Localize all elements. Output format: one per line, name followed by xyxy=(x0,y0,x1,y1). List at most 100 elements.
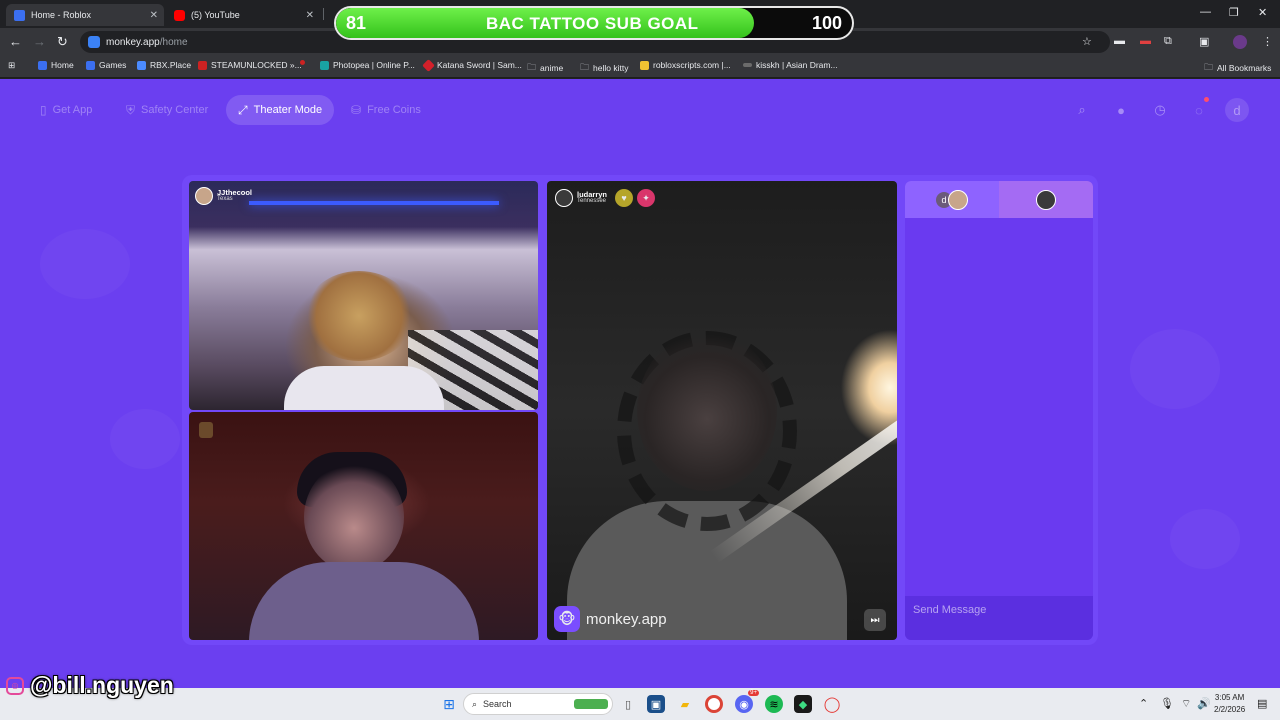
chat-panel: d Send Message xyxy=(905,181,1093,640)
forward-icon[interactable]: → xyxy=(33,34,46,49)
menu-kebab-icon[interactable]: ⋮ xyxy=(1262,35,1273,48)
windows-start-icon[interactable]: ⊞ xyxy=(440,695,458,713)
file-explorer-icon[interactable]: ▰ xyxy=(676,695,694,713)
reload-icon[interactable]: ↻ xyxy=(57,34,68,50)
bookmark-home[interactable]: Home xyxy=(38,60,74,70)
site-info-icon[interactable] xyxy=(88,36,100,48)
tab-title: (5) YouTube xyxy=(191,10,240,20)
chat-tab-partner[interactable] xyxy=(999,181,1093,218)
chat-tab-self[interactable]: d xyxy=(905,181,999,218)
search-icon[interactable]: ⌕ xyxy=(1070,98,1094,122)
folder-icon: 🗀 xyxy=(1204,62,1214,72)
extensions-puzzle-icon[interactable]: ⧉ xyxy=(1164,35,1172,48)
bookmark-photopea[interactable]: Photopea | Online P... xyxy=(320,60,415,70)
get-app-button[interactable]: ▯ Get App xyxy=(28,95,104,125)
folder-icon: 🗀 xyxy=(580,62,590,72)
bookmark-star-icon[interactable]: ☆ xyxy=(1082,35,1092,48)
history-icon[interactable]: ◷ xyxy=(1148,98,1172,122)
coins-balance-icon[interactable]: ● xyxy=(1109,98,1133,122)
apps-grid-icon[interactable]: ⊞ xyxy=(8,60,15,71)
tab-search-icon[interactable]: ▣ xyxy=(1199,35,1209,48)
profile-avatar[interactable]: d xyxy=(1225,98,1249,122)
search-highlight-icon xyxy=(574,699,608,709)
taskbar-clock[interactable]: 3:05 AM 2/2/2026 xyxy=(1214,692,1245,716)
folder-icon: 🗀 xyxy=(527,62,537,72)
spotify-icon[interactable]: ≋ xyxy=(765,695,783,713)
send-message-input[interactable]: Send Message xyxy=(905,596,1093,640)
self-tag[interactable] xyxy=(199,422,213,438)
minimize-icon[interactable]: — xyxy=(1200,6,1211,18)
show-hidden-icons[interactable]: ⌃ xyxy=(1139,697,1148,710)
bookmark-rbx-place[interactable]: RBX.Place xyxy=(137,60,191,70)
opera-icon[interactable]: ◯ xyxy=(823,695,841,713)
chat-icon[interactable]: ◌ xyxy=(1187,97,1211,122)
monkey-app-logo: 🐵 monkey.app xyxy=(554,606,667,632)
send-message-placeholder: Send Message xyxy=(913,604,987,616)
video-feed-top-left[interactable]: JJthecool Texas xyxy=(189,181,538,410)
user-avatar xyxy=(195,187,213,205)
bookmark-label: robloxscripts.com |... xyxy=(653,60,731,70)
close-window-icon[interactable]: ✕ xyxy=(1258,6,1267,19)
bookmark-label: STEAMUNLOCKED »... xyxy=(211,60,302,70)
close-tab-icon[interactable]: ✕ xyxy=(306,10,314,21)
bookmark-games[interactable]: Games xyxy=(86,60,126,70)
sub-goal-bar: 81 BAC TATTOO SUB GOAL 100 xyxy=(334,6,854,40)
clock-date: 2/2/2026 xyxy=(1214,705,1246,714)
microphone-icon[interactable]: 🎙 xyxy=(1160,697,1174,710)
discord-icon[interactable]: ◉ 9+ xyxy=(735,690,759,713)
mouse-app-icon[interactable]: ▯ xyxy=(619,695,637,713)
profile-avatar-icon[interactable] xyxy=(1233,35,1247,49)
user-badge-icon: ✦ xyxy=(637,189,656,207)
bookmark-folder-hello-kitty[interactable]: 🗀 hello kitty xyxy=(580,60,628,76)
bookmark-katana[interactable]: Katana Sword | Sam... xyxy=(422,58,522,72)
restore-icon[interactable]: ❐ xyxy=(1229,6,1239,19)
background-pattern xyxy=(40,229,130,299)
user-tag[interactable]: JJthecool Texas xyxy=(195,187,252,205)
free-coins-button[interactable]: ⛁ Free Coins xyxy=(339,95,433,125)
photos-app-icon[interactable]: ▣ xyxy=(647,695,665,713)
extension-icon[interactable]: ▬ xyxy=(1114,35,1125,47)
background-pattern xyxy=(110,409,180,469)
wifi-icon[interactable]: ⌔ xyxy=(1181,697,1191,711)
instagram-watermark: ◎ @bill.nguyen xyxy=(6,672,174,699)
bookmark-label: Home xyxy=(51,60,74,70)
bookmark-folder-anime[interactable]: 🗀 anime xyxy=(527,60,563,76)
chrome-icon[interactable] xyxy=(705,695,723,713)
photopea-favicon-icon xyxy=(320,60,329,70)
roblox-favicon-icon xyxy=(14,9,25,21)
theater-mode-label: Theater Mode xyxy=(253,104,323,116)
video-feed-bottom-left-self[interactable] xyxy=(189,412,538,640)
app-green-icon[interactable]: ◆ xyxy=(794,695,812,713)
user-tag[interactable]: ludarryn Tennessee ♥ ✦ xyxy=(555,189,656,207)
bookmark-red[interactable] xyxy=(300,60,305,65)
background-pattern xyxy=(1170,509,1240,569)
bookmark-kisskh[interactable]: kisskh | Asian Dram... xyxy=(743,60,838,70)
all-bookmarks[interactable]: 🗀 All Bookmarks xyxy=(1204,60,1271,76)
phone-icon: ▯ xyxy=(40,103,47,117)
theater-mode-button[interactable]: ⤢ Theater Mode xyxy=(226,95,335,125)
bookmark-steamunlocked[interactable]: STEAMUNLOCKED »... xyxy=(198,60,302,70)
robloxscripts-favicon-icon xyxy=(640,60,649,70)
chat-tabs: d xyxy=(905,181,1093,218)
bookmark-label: Katana Sword | Sam... xyxy=(437,60,522,70)
skip-next-icon[interactable]: ⏭ xyxy=(864,609,886,631)
taskbar-search[interactable]: ⌕ Search xyxy=(463,693,613,715)
video-feed-right[interactable]: ludarryn Tennessee ♥ ✦ xyxy=(547,181,897,640)
back-icon[interactable]: ← xyxy=(9,34,22,49)
person-shirt xyxy=(249,562,479,640)
notifications-icon[interactable]: ▤ xyxy=(1257,697,1267,710)
red-dot-icon xyxy=(300,60,305,65)
volume-icon[interactable]: 🔊 xyxy=(1197,697,1211,710)
extension-red-icon[interactable]: ▬ xyxy=(1140,35,1151,47)
discord-badge: 9+ xyxy=(748,690,759,696)
all-bookmarks-label: All Bookmarks xyxy=(1217,63,1272,73)
bookmark-label: hello kitty xyxy=(593,63,629,73)
safety-center-button[interactable]: ⛨ Safety Center xyxy=(114,95,220,125)
tab-youtube[interactable]: (5) YouTube ✕ xyxy=(166,4,320,26)
close-tab-icon[interactable]: ✕ xyxy=(150,10,158,21)
self-badge-icon xyxy=(199,422,213,438)
tab-roblox[interactable]: Home - Roblox ✕ xyxy=(6,4,164,26)
bookmark-robloxscripts[interactable]: robloxscripts.com |... xyxy=(640,60,731,70)
person-head xyxy=(637,331,777,491)
brand-name: monkey.app xyxy=(586,610,667,628)
